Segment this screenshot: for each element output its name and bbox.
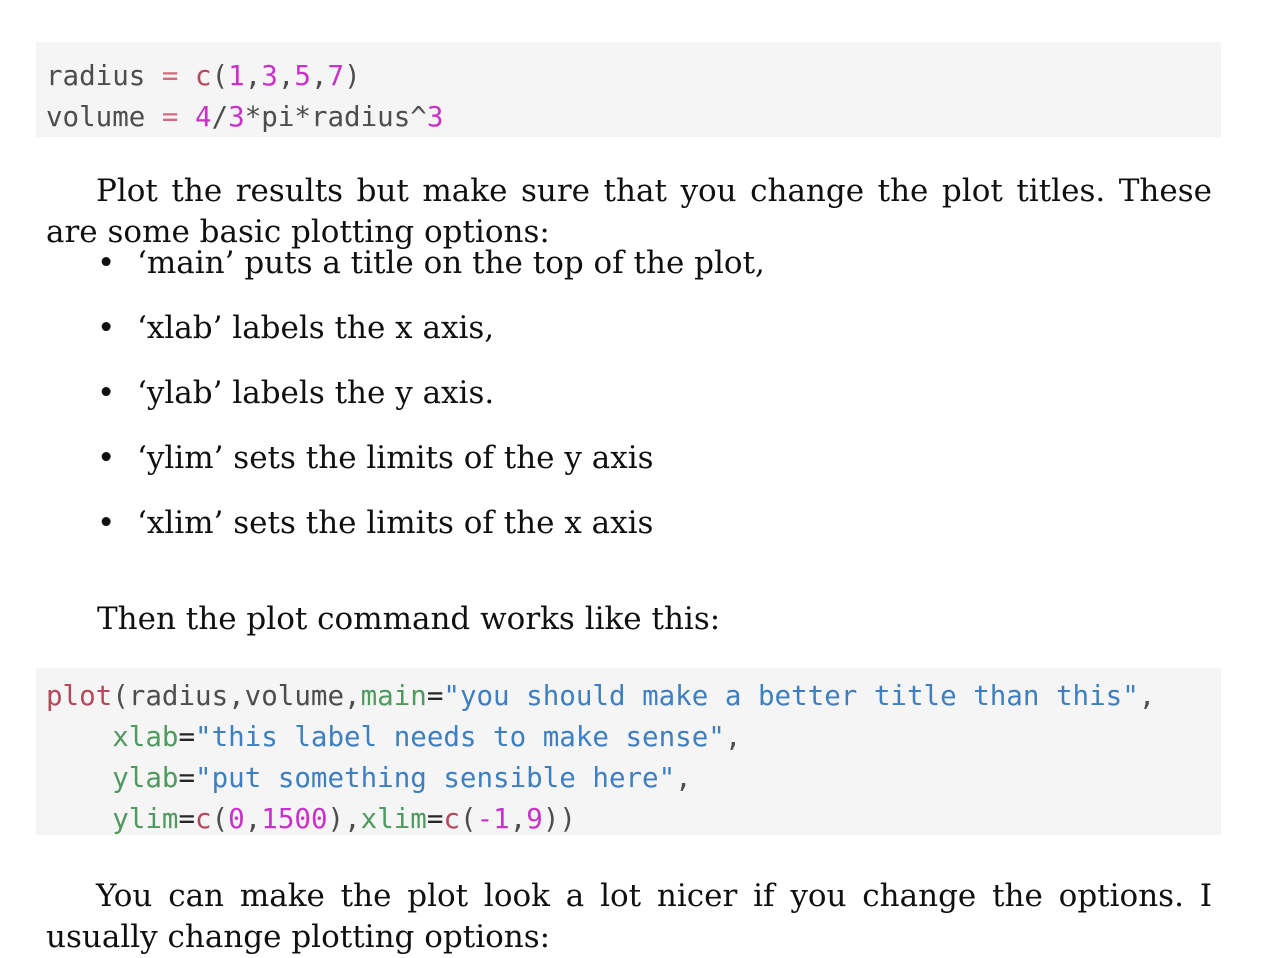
code-token-arg: xlim [360, 802, 427, 835]
code-token-plain: radius [46, 59, 162, 92]
code-token-punct: ( [211, 802, 229, 835]
code-token-num: 1 [228, 59, 245, 92]
code-token-eq: = [178, 802, 196, 835]
code-token-plain: volume [46, 100, 162, 133]
code-token-eq: = [178, 761, 196, 794]
list-item-label: ‘ylim’ sets the limits of the y axis [137, 440, 654, 476]
code-token-eq: = [426, 802, 444, 835]
code-token-arg: ylim [112, 802, 179, 835]
code-token-punct: *pi*radius^ [244, 100, 427, 133]
code-token-num: 3 [426, 100, 444, 133]
code-token-fn: c [195, 59, 212, 92]
code-token-fn: c [443, 802, 460, 835]
list-item-label: ‘ylab’ labels the y axis. [137, 375, 495, 411]
code-token-punct: ), [327, 802, 361, 835]
code-token-punct: ( [211, 59, 229, 92]
code-token-str: "you should make a better title than thi… [443, 679, 1139, 712]
list-item-label: ‘xlim’ sets the limits of the x axis [137, 505, 654, 541]
bullet-icon: • [97, 505, 116, 541]
code-token-num: 5 [294, 59, 311, 92]
code-token-punct: , [244, 802, 262, 835]
code-token-num: 3 [228, 100, 245, 133]
code-token-num: -1 [476, 802, 510, 835]
code-token-op: = [161, 59, 179, 92]
paragraph-plot-the-results: Plot the results but make sure that you … [46, 171, 1212, 253]
bullet-icon: • [97, 310, 116, 346]
bullet-icon: • [97, 440, 116, 476]
code-token-punct: ) [344, 59, 361, 92]
list-item: • ‘xlab’ labels the x axis, [97, 308, 1197, 373]
paragraph-then-the-plot-command: Then the plot command works like this: [97, 601, 721, 637]
code-token-arg: main [360, 679, 427, 712]
code-token-str: "put something sensible here" [195, 761, 676, 794]
bullet-icon: • [97, 375, 116, 411]
code-block-radius-volume: radius = c(1,3,5,7) volume = 4/3*pi*radiu… [36, 41, 1221, 138]
code-token-punct: , [675, 761, 692, 794]
code-token-punct: )) [542, 802, 576, 835]
code-token-op: = [161, 100, 179, 133]
code-token-punct: , [1138, 679, 1156, 712]
list-item: • ‘xlim’ sets the limits of the x axis [97, 503, 1197, 568]
code-token-punct: (radius,volume, [112, 679, 361, 712]
paragraph-you-can-make-the-plot: You can make the plot look a lot nicer i… [46, 876, 1212, 958]
code-token-arg: xlab [112, 720, 179, 753]
code-token-fn: plot [46, 679, 113, 712]
list-item: • ‘ylab’ labels the y axis. [97, 373, 1197, 438]
code-token-punct: ( [460, 802, 477, 835]
code-token-num: 3 [261, 59, 278, 92]
code-token-str: "this label needs to make sense" [195, 720, 725, 753]
list-item-label: ‘main’ puts a title on the top of the pl… [137, 245, 765, 281]
code-token-punct: , [724, 720, 742, 753]
code-token-num: 7 [327, 59, 345, 92]
code-token-num: 0 [228, 802, 245, 835]
code-token-arg: ylab [112, 761, 179, 794]
plotting-options-list: • ‘main’ puts a title on the top of the p… [97, 243, 1197, 568]
list-item: • ‘ylim’ sets the limits of the y axis [97, 438, 1197, 503]
code-token-eq: = [178, 720, 196, 753]
code-token-punct: , [310, 59, 328, 92]
code-line: volume = 4/3*pi*radius^3 [46, 97, 1221, 138]
code-token-num: 9 [526, 802, 543, 835]
code-token-punct: , [244, 59, 262, 92]
list-item-label: ‘xlab’ labels the x axis, [137, 310, 495, 346]
code-token-punct: / [211, 100, 229, 133]
code-line: ylab="put something sensible here", [46, 758, 1221, 799]
code-token-num: 4 [195, 100, 212, 133]
code-token-punct: , [277, 59, 295, 92]
paragraph-text: You can make the plot look a lot nicer i… [46, 878, 1212, 955]
document-page: radius = c(1,3,5,7) volume = 4/3*pi*radiu… [0, 0, 1278, 955]
paragraph-text: Plot the results but make sure that you … [46, 173, 1212, 250]
code-line: xlab="this label needs to make sense", [46, 717, 1221, 758]
code-line: radius = c(1,3,5,7) [46, 56, 1221, 97]
code-token-punct: , [509, 802, 527, 835]
list-item: • ‘main’ puts a title on the top of the p… [97, 243, 1197, 308]
bullet-icon: • [97, 245, 116, 281]
code-line: plot(radius,volume,main="you should make… [46, 676, 1221, 717]
code-block-plot-call: plot(radius,volume,main="you should make… [36, 667, 1221, 835]
code-token-fn: c [195, 802, 212, 835]
code-line: ylim=c(0,1500),xlim=c(-1,9)) [46, 799, 1221, 840]
code-token-eq: = [426, 679, 444, 712]
code-token-num: 1500 [261, 802, 328, 835]
